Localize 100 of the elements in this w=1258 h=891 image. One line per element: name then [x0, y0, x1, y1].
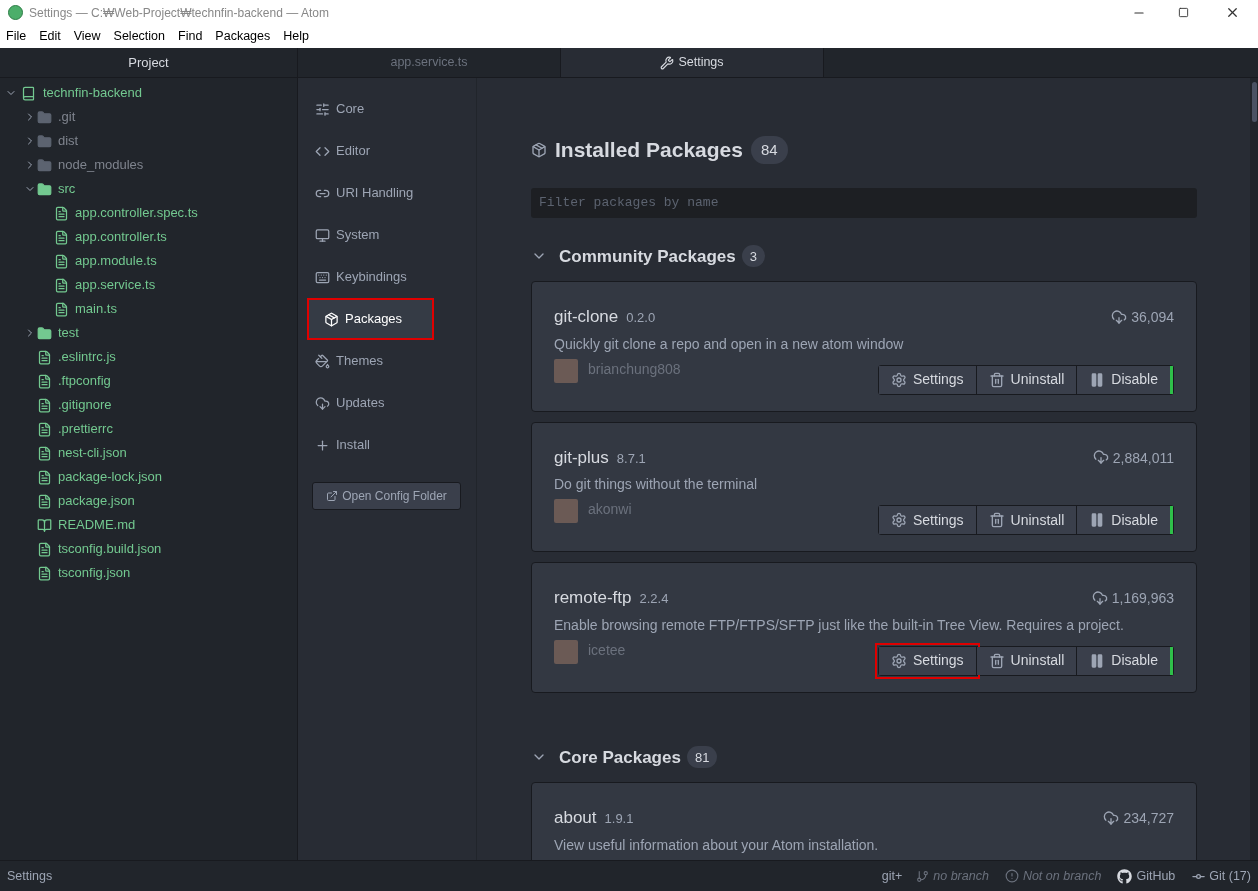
atom-logo-icon: [8, 5, 23, 20]
tree-root[interactable]: technfin-backend: [0, 81, 297, 105]
trash-icon: [988, 652, 1005, 669]
avatar-photo-placeholder: [554, 499, 578, 523]
package-name[interactable]: about: [554, 805, 597, 831]
tree-item[interactable]: package-lock.json: [0, 465, 297, 489]
count-badge: 84: [750, 135, 788, 164]
open-config-folder-button[interactable]: Open Config Folder: [312, 482, 461, 510]
file-icon: [37, 349, 52, 365]
tree-item[interactable]: nest-cli.json: [0, 441, 297, 465]
tree-item[interactable]: main.ts: [0, 297, 297, 321]
trash-icon: [988, 371, 1005, 388]
menu-item[interactable]: Selection: [113, 27, 165, 46]
settings-nav-item[interactable]: Editor: [298, 130, 476, 172]
settings-nav-item[interactable]: Updates: [298, 382, 476, 424]
file-icon: [37, 565, 52, 581]
package-action-button[interactable]: Disable: [1076, 506, 1173, 534]
file-icon: [37, 493, 52, 509]
tree-item[interactable]: README.md: [0, 513, 297, 537]
settings-nav-item[interactable]: System: [298, 214, 476, 256]
avatar-photo-placeholder: [554, 358, 578, 383]
tree-item[interactable]: node_modules: [0, 153, 297, 177]
tree-item[interactable]: package.json: [0, 489, 297, 513]
tree-item[interactable]: .prettierrc: [0, 417, 297, 441]
tree-item[interactable]: .ftpconfig: [0, 369, 297, 393]
tools-icon: [660, 55, 675, 70]
file-icon: [54, 253, 69, 269]
tree-item[interactable]: tsconfig.build.json: [0, 537, 297, 561]
document-tab[interactable]: Settings: [561, 48, 824, 77]
tree-item[interactable]: tsconfig.json: [0, 561, 297, 585]
package-version: 1.9.1: [604, 810, 634, 828]
folder-icon: [37, 133, 52, 149]
package-icon: [324, 311, 339, 327]
menu-item[interactable]: View: [73, 27, 101, 46]
close-icon[interactable]: [1225, 5, 1240, 20]
scrollbar-thumb[interactable]: [1251, 82, 1257, 122]
plus-icon: [315, 437, 330, 453]
folder-icon: [37, 157, 52, 173]
repo-icon: [21, 85, 36, 101]
package-name[interactable]: remote-ftp: [554, 585, 632, 611]
file-icon: [37, 373, 52, 389]
settings-nav-item[interactable]: Themes: [298, 340, 476, 382]
menu-item[interactable]: Find: [178, 27, 203, 46]
menu-item[interactable]: Help: [283, 27, 309, 46]
download-icon: [1091, 589, 1108, 606]
package-name[interactable]: git-plus: [554, 444, 609, 470]
settings-nav-item[interactable]: Install: [298, 424, 476, 466]
tree-item[interactable]: test: [0, 321, 297, 345]
settings-nav-item[interactable]: URI Handling: [298, 172, 476, 214]
paint-bucket-icon: [315, 353, 330, 369]
count-badge: 81: [686, 746, 718, 769]
download-count: 36,094: [1131, 308, 1174, 327]
gear-icon: [891, 371, 907, 388]
settings-nav-item[interactable]: Keybindings: [298, 256, 476, 298]
filter-input-field[interactable]: Filter packages by name: [531, 187, 1197, 218]
alert-icon: [1004, 869, 1019, 883]
avatar-photo-placeholder: [554, 639, 578, 664]
keyboard-icon: [315, 269, 330, 285]
file-icon: [37, 445, 52, 461]
tree-item[interactable]: app.controller.spec.ts: [0, 201, 297, 225]
menu-item[interactable]: File: [6, 27, 27, 46]
file-icon: [37, 541, 52, 557]
tree-item[interactable]: .eslintrc.js: [0, 345, 297, 369]
tree-item[interactable]: .gitignore: [0, 393, 297, 417]
book-icon: [37, 517, 52, 533]
package-action-button[interactable]: Settings: [879, 365, 976, 394]
trash-icon: [988, 512, 1005, 528]
package-action-button[interactable]: Uninstall: [975, 506, 1077, 534]
maximize-icon[interactable]: [1178, 7, 1189, 18]
tree-item[interactable]: src: [0, 177, 297, 201]
settings-nav-item[interactable]: Core: [298, 88, 476, 130]
tree-item[interactable]: app.service.ts: [0, 273, 297, 297]
git-plus-status[interactable]: git+: [881, 866, 903, 886]
git-tab-button[interactable]: Git (17): [1209, 866, 1251, 886]
panel-title[interactable]: Project: [0, 48, 297, 78]
settings-nav-item[interactable]: Packages: [307, 298, 434, 340]
package-name[interactable]: git-clone: [554, 304, 619, 330]
download-icon: [1103, 809, 1120, 826]
external-link-icon: [326, 490, 339, 502]
package-version: 0.2.0: [626, 309, 656, 327]
tree-item[interactable]: app.module.ts: [0, 249, 297, 273]
tree-item[interactable]: dist: [0, 129, 297, 153]
github-tab-button[interactable]: GitHub: [1136, 866, 1176, 886]
menu-item[interactable]: Edit: [39, 27, 61, 46]
branch-icon: [916, 869, 930, 883]
package-description: View useful information about your Atom installation.: [554, 835, 880, 855]
package-action-button[interactable]: Uninstall: [975, 646, 1077, 675]
tree-item[interactable]: .git: [0, 105, 297, 129]
file-icon: [54, 277, 69, 293]
package-description: Enable browsing remote FTP/FTPS/SFTP just like the built-in Tree View. Requires a project.: [554, 615, 1125, 635]
folder-icon: [37, 181, 52, 197]
menu-item[interactable]: Packages: [215, 27, 271, 46]
tree-item[interactable]: app.controller.ts: [0, 225, 297, 249]
download-count: 2,884,011: [1112, 448, 1174, 468]
package-action-button[interactable]: Uninstall: [975, 365, 1077, 394]
package-action-button[interactable]: Disable: [1076, 646, 1173, 675]
package-action-button[interactable]: Settings: [879, 506, 976, 534]
package-action-button[interactable]: Disable: [1076, 365, 1173, 394]
package-version: 2.2.4: [639, 590, 669, 608]
package-version: 8.7.1: [616, 449, 646, 468]
